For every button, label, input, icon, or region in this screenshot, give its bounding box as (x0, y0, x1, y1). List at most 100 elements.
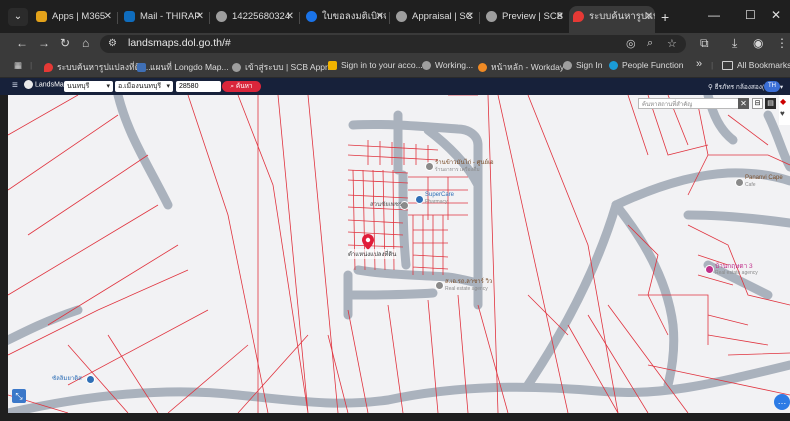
measure-tool-icon[interactable]: ⤡ (12, 389, 26, 403)
language-toggle[interactable]: TH (764, 81, 780, 92)
bookmarks-bar: ▦ | ระบบค้นหารูปแปลงที่ดิน... แผนที่ Lon… (0, 55, 790, 78)
tab-landsmaps[interactable]: ระบบค้นหารูปแปล✕ (569, 6, 655, 33)
globe-icon (216, 10, 227, 22)
bookmark-label: แผนที่ Longdo Map... (150, 62, 229, 72)
globe-icon (232, 63, 241, 73)
close-icon[interactable]: ✕ (104, 6, 112, 28)
search-button-label: ค้นหา (235, 83, 253, 90)
bookmark-item[interactable]: Sign In (563, 60, 603, 71)
bookmark-item[interactable]: People Function (609, 60, 683, 71)
bookmark-item[interactable]: Working... (422, 60, 474, 71)
close-icon[interactable]: ✕ (376, 6, 384, 28)
menu-icon[interactable]: ⋮ (776, 36, 788, 50)
apps-grid-icon[interactable]: ▦ (14, 60, 22, 71)
more-bookmarks-button[interactable]: » (696, 58, 702, 70)
poi-marker-icon[interactable] (425, 162, 434, 171)
poi-label[interactable]: ส.เอ.รถ.ลาซาร์ วิว Real estate agency (445, 279, 492, 293)
tab-preview[interactable]: Preview | SCB ✕ (482, 6, 566, 28)
hamburger-menu-icon[interactable]: ≡ (12, 80, 18, 91)
close-icon[interactable]: ✕ (196, 6, 204, 28)
poi-name: บ้านกฤษดา 3 (715, 263, 753, 270)
bookmark-item[interactable]: แผนที่ Longdo Map... (137, 60, 229, 74)
cloud-icon (306, 10, 317, 22)
tab-appraisal[interactable]: Appraisal | SC ✕ (392, 6, 476, 28)
place-search-input[interactable]: ค้นหาสถานที่สำคัญ (638, 98, 744, 109)
maximize-button[interactable]: ☐ (745, 8, 756, 22)
folder-icon (722, 61, 733, 71)
province-select[interactable]: นนทบุรี ▾ (64, 81, 113, 92)
tab-search-button[interactable]: ⌄ (8, 8, 28, 26)
map-canvas[interactable]: ค้นหาสถานที่สำคัญ ✕ ⊟ ▤ ◆ ♥ ร้านข้าวมันไ… (8, 95, 790, 413)
tab-request[interactable]: ใบขอลงมติเบิกจ ✕ (302, 6, 386, 28)
url-text[interactable]: landsmaps.dol.go.th/# (128, 37, 231, 49)
poi-label[interactable]: ซัลลิมยาดิส (52, 376, 82, 383)
poi-label[interactable]: ร้านข้าวมันไก่ - ศูนย์เอ ร้านอาหาร เครื่อ… (435, 160, 494, 174)
poi-label[interactable]: Pananvi Cape Cafe (745, 175, 783, 189)
pharmacy-icon[interactable] (415, 195, 424, 204)
road (113, 95, 173, 210)
browser-tab-bar: ⌄ Apps | M365 ✕ Mail - THIRAP ✕ 1422568032… (0, 0, 790, 33)
tab-mail[interactable]: Mail - THIRAP ✕ (120, 6, 206, 28)
logo-emblem-icon (24, 80, 33, 89)
tab-apps[interactable]: Apps | M365 ✕ (32, 6, 114, 28)
heart-icon[interactable]: ♥ (780, 109, 785, 118)
district-value: อ.เมืองนนทบุรี (118, 83, 162, 90)
eye-off-icon[interactable]: ◎ (626, 37, 636, 50)
search-button[interactable]: ⌕ ค้นหา (222, 81, 261, 92)
home-icon[interactable]: ⌂ (82, 36, 89, 50)
close-icon[interactable]: ✕ (645, 6, 653, 28)
chat-bubble-icon[interactable]: … (774, 394, 790, 410)
tab-label: Apps | M365 (52, 11, 106, 22)
bookmark-label: Working... (435, 60, 474, 70)
district-select[interactable]: อ.เมืองนนทบุรี ▾ (115, 81, 173, 92)
poi-category: Pharmacy (425, 199, 448, 205)
poi-marker-icon[interactable] (86, 375, 95, 384)
road (8, 305, 83, 346)
poi-marker-icon[interactable] (735, 178, 744, 187)
bookmark-item[interactable]: หน้าหลัก - Workday (478, 60, 564, 74)
new-tab-button[interactable]: + (661, 9, 669, 25)
back-icon[interactable]: ← (16, 36, 28, 50)
bookmark-label: Sign In (576, 60, 603, 70)
apps-icon (36, 10, 47, 22)
bookmark-separator: | (30, 60, 33, 70)
profile-icon[interactable]: ◉ (753, 36, 763, 50)
map-pin-icon[interactable] (362, 234, 374, 250)
address-bar[interactable]: ⚙ landsmaps.dol.go.th/# ◎ ⌕ ☆ (100, 35, 686, 53)
chevron-down-icon: ▾ (106, 83, 110, 90)
close-icon[interactable]: ✕ (738, 98, 749, 109)
chevron-down-icon: ▾ (166, 83, 170, 90)
tab-separator (299, 12, 300, 24)
zoom-icon[interactable]: ⌕ (647, 37, 653, 50)
globe-icon (396, 10, 407, 22)
bookmark-star-icon[interactable]: ☆ (667, 37, 677, 50)
tab-document[interactable]: 14225680324 ✕ (212, 6, 296, 28)
bookmark-label: Sign in to your acco... (341, 60, 423, 70)
close-icon[interactable]: ✕ (286, 6, 294, 28)
close-icon[interactable]: ✕ (556, 6, 564, 28)
map-pin-icon (573, 10, 584, 22)
bookmark-item[interactable]: Sign in to your acco... (328, 60, 423, 71)
minimize-button[interactable]: — (708, 8, 720, 22)
map-pin-icon[interactable]: ◆ (780, 97, 786, 106)
window-bottom-edge (0, 413, 790, 421)
poi-label[interactable]: บ้านกฤษดา 3 Real estate agency (715, 263, 758, 277)
poi-name: ร้านข้าวมันไก่ - ศูนย์เอ (435, 160, 494, 166)
poi-marker-icon[interactable] (435, 281, 444, 290)
globe-icon (422, 61, 431, 71)
close-window-button[interactable]: ✕ (771, 8, 781, 22)
forward-icon[interactable]: → (38, 36, 50, 50)
bookmark-item[interactable]: เข้าสู่ระบบ | SCB Appr... (232, 60, 334, 74)
poi-label[interactable]: สวนชัยเพชร (370, 202, 402, 209)
menu-grid-icon[interactable]: ▤ (765, 98, 776, 109)
real-estate-icon[interactable] (705, 265, 714, 274)
site-settings-icon[interactable]: ⚙ (108, 38, 117, 49)
extensions-icon[interactable]: ⧉ (700, 36, 709, 51)
layers-icon[interactable]: ⊟ (752, 98, 763, 109)
reload-icon[interactable]: ↻ (60, 36, 70, 50)
parcel-number-input[interactable] (176, 81, 221, 92)
close-icon[interactable]: ✕ (466, 6, 474, 28)
poi-label[interactable]: SuperCare Pharmacy (425, 192, 454, 206)
all-bookmarks-button[interactable]: All Bookmarks (722, 60, 790, 71)
download-icon[interactable]: ⤓ (732, 36, 737, 51)
